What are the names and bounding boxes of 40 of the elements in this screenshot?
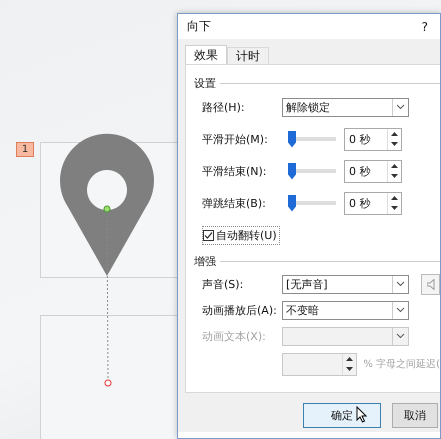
dialog-button[interactable]: 确定 [303,403,381,428]
slider-thumb[interactable] [288,162,296,180]
sound-button[interactable] [421,274,440,294]
spin-box[interactable]: 0 秒 [344,128,402,150]
help-button[interactable]: ? [422,20,428,34]
dialog-title: 向下 [187,18,211,35]
section-heading: 增强 [194,254,216,268]
auto-reverse-checkbox[interactable]: 自动翻转(U) [202,226,280,244]
animation-order-badge: 1 [16,142,34,157]
field-label: 声音(S): [202,276,244,292]
section-heading: 设置 [194,76,216,90]
map-pin-shape[interactable] [60,134,154,276]
slider-thumb[interactable] [288,130,296,148]
spin-box[interactable]: 0 秒 [344,192,402,214]
field-label: 平滑结束(N): [202,164,268,178]
field-label: % 字母之间延迟( [363,358,440,371]
spin-up-icon[interactable] [391,196,398,200]
mouse-cursor-icon [356,406,367,423]
tab[interactable]: 效果 [185,45,227,64]
spin-down-icon[interactable] [391,174,398,178]
end-point-icon[interactable] [104,380,112,386]
spin-down-icon[interactable] [391,206,398,210]
start-point-icon[interactable] [104,206,110,212]
speaker-icon [426,278,434,290]
dropdown[interactable]: [无声音] [282,274,409,294]
spin-up-icon[interactable] [391,132,398,136]
field-label: 平滑开始(M): [202,132,269,146]
field-label: 路径(H): [202,100,246,114]
tab[interactable]: 计时 [227,47,269,64]
spin-box[interactable]: 0 秒 [344,160,402,182]
field-label: 动画播放后(A): [202,302,278,318]
spin-down-icon[interactable] [391,142,398,146]
field-label: 弹跳结束(B): [202,196,267,210]
dropdown[interactable]: 解除锁定 [282,98,409,116]
field-label: 动画文本(X): [202,328,267,344]
check-icon [204,230,213,240]
slider-thumb[interactable] [288,194,296,212]
spin-up-icon[interactable] [391,164,398,168]
dialog-button[interactable]: 取消 [392,403,438,428]
dropdown[interactable]: 不变暗 [282,300,409,320]
